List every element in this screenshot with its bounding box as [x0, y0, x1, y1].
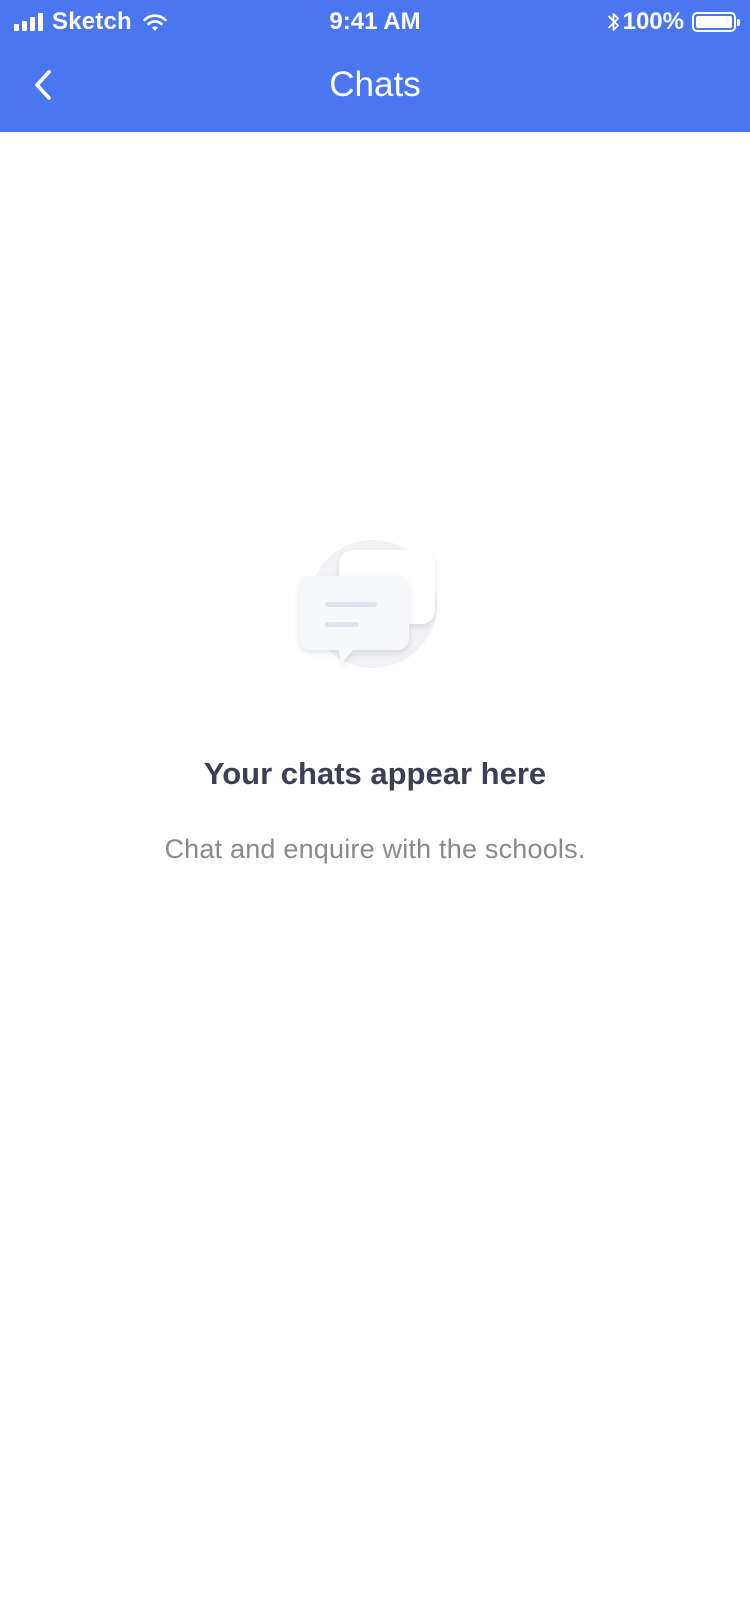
status-bar: Sketch 9:41 AM 100% — [0, 0, 750, 44]
chat-bubbles-icon — [299, 540, 437, 668]
status-bar-right: 100% — [607, 8, 740, 36]
bluetooth-icon — [607, 13, 619, 31]
battery-percent: 100% — [622, 8, 684, 35]
empty-state: Your chats appear here Chat and enquire … — [0, 540, 750, 866]
empty-state-subtitle: Chat and enquire with the schools. — [164, 834, 586, 864]
nav-bar: Chats — [0, 44, 750, 132]
empty-state-title: Your chats appear here — [203, 756, 547, 791]
page-title: Chats — [329, 65, 421, 104]
app-header: Sketch 9:41 AM 100% Chats — [0, 0, 750, 132]
battery-icon — [692, 12, 740, 32]
